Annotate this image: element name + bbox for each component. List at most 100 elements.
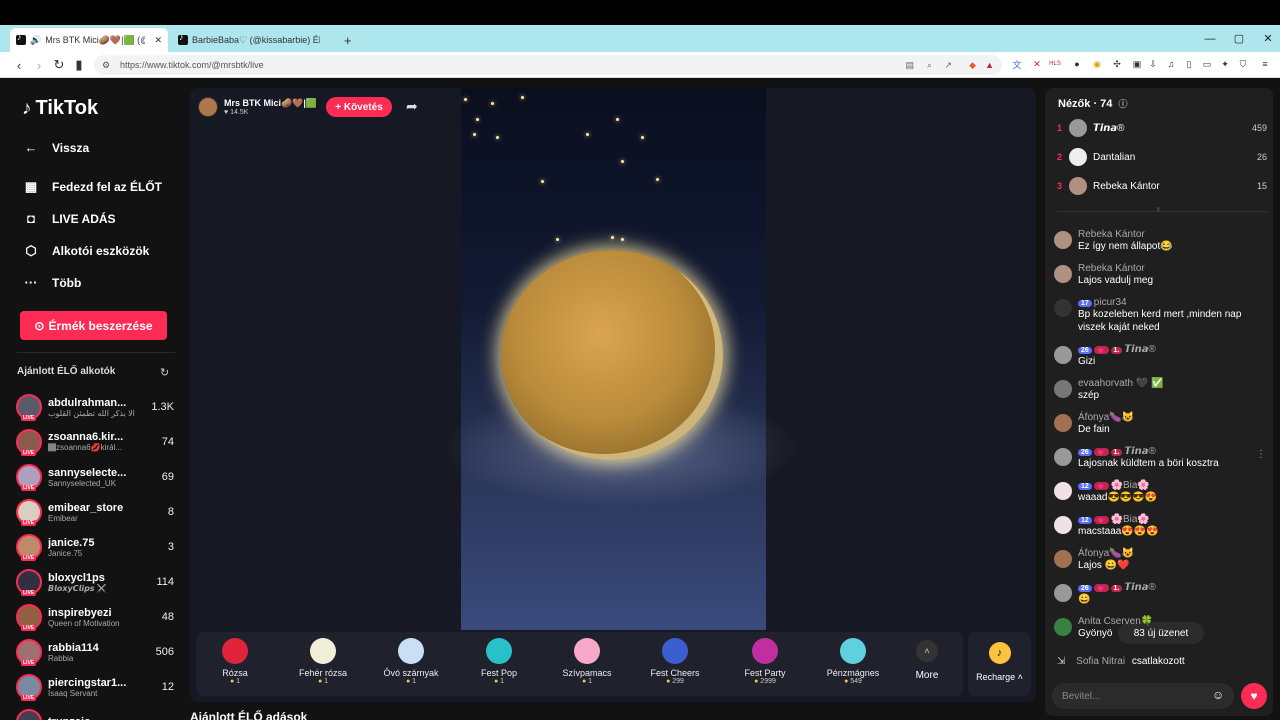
creator-item[interactable]: LIVE abdulrahman... الا بذكر الله تطمئن … xyxy=(16,390,174,424)
back-icon[interactable]: ‹ xyxy=(10,56,28,74)
chat-avatar[interactable] xyxy=(1054,265,1072,283)
creator-item[interactable]: LIVE rabbia114 Rabbia 506 xyxy=(16,635,174,669)
get-coins-button[interactable]: ⊙ Érmék beszerzése xyxy=(20,311,167,340)
leo-icon[interactable]: ✦ xyxy=(1218,57,1232,71)
live-video-panel[interactable] xyxy=(190,88,1036,702)
chat-username[interactable]: Rebeka Kántor xyxy=(1078,263,1145,274)
bookmark-icon[interactable]: ▮ xyxy=(70,56,88,74)
chat-avatar[interactable] xyxy=(1054,299,1072,317)
chat-message[interactable]: 26 💗 1. 𝙏𝙞𝙣𝙖® 😀 xyxy=(1054,582,1266,606)
nav-creator-tools[interactable]: ⬡ Alkotói eszközök xyxy=(22,243,149,259)
host-info[interactable]: Mrs BTK Mici🥔🤎|🟩 ♥ 14.5K xyxy=(198,95,317,119)
gift-item[interactable]: Fest Pop 1 xyxy=(464,632,534,696)
chat-username[interactable]: Áfonya🍆😺 xyxy=(1078,412,1134,423)
github-ext-icon[interactable]: ● xyxy=(1070,57,1084,71)
nav-more[interactable]: ··· Több xyxy=(22,275,82,290)
chat-avatar[interactable] xyxy=(1054,414,1072,432)
viewers-header[interactable]: Nézők · 74 ⓘ xyxy=(1058,97,1128,110)
reload-icon[interactable]: ↻ xyxy=(50,56,68,74)
reader-icon[interactable]: ▤ xyxy=(905,60,914,71)
collapse-chevron-icon[interactable]: ˅ xyxy=(1156,205,1161,214)
chat-username[interactable]: 𝙏𝙞𝙣𝙖® xyxy=(1124,446,1155,457)
gift-item[interactable]: Fehér rózsa 1 xyxy=(288,632,358,696)
hls-ext-icon[interactable]: HLS xyxy=(1048,57,1062,71)
gift-item[interactable]: Fest Cheers 299 xyxy=(640,632,710,696)
refresh-icon[interactable]: ↻ xyxy=(160,366,169,379)
chat-username[interactable]: Rebeka Kántor xyxy=(1078,229,1145,240)
chat-username[interactable]: 🌸Bia🌸 xyxy=(1111,514,1150,525)
screenshot-ext-icon[interactable]: ▣ xyxy=(1130,57,1144,71)
viewer-row[interactable]: 2 Dantalian 26 xyxy=(1057,146,1267,168)
creator-item[interactable]: LIVE trunzaio xyxy=(16,705,174,720)
forward-icon[interactable]: › xyxy=(30,56,48,74)
chat-message[interactable]: Áfonya🍆😺 Lajos 😀❤️ xyxy=(1054,548,1266,572)
close-window-icon[interactable]: ✕ xyxy=(1254,25,1280,52)
chat-message[interactable]: Rebeka Kántor Ez így nem állapot😂 xyxy=(1054,229,1266,253)
chat-message[interactable]: evaahorvath 🖤 ✅ szép xyxy=(1054,378,1266,402)
viewer-row[interactable]: 3 Rebeka Kántor 15 xyxy=(1057,175,1267,197)
vpn-icon[interactable]: ⛉ xyxy=(1236,57,1250,71)
chat-username[interactable]: Anita Cserven🍀 xyxy=(1078,616,1153,627)
chat-avatar[interactable] xyxy=(1054,516,1072,534)
sidebar-toggle-icon[interactable]: ▯ xyxy=(1182,57,1196,71)
recharge-button[interactable]: ♪ Recharge ˄ xyxy=(968,632,1031,696)
live-stream-video[interactable] xyxy=(441,88,801,630)
address-bar[interactable]: ⚙ https://www.tiktok.com/@mrsbtk/live ▤ … xyxy=(94,55,1002,75)
gift-item[interactable]: Szívpamacs 1 xyxy=(552,632,622,696)
creator-item[interactable]: LIVE zsoanna6.kir... 🏾zsoanna6💋királ... … xyxy=(16,425,174,459)
download-ext-icon[interactable]: ⇩ xyxy=(1146,57,1160,71)
nav-live-broadcast[interactable]: ◘ LIVE ADÁS xyxy=(22,211,116,226)
menu-icon[interactable]: ≡ xyxy=(1258,57,1272,71)
share-page-icon[interactable]: ↗ xyxy=(944,60,952,71)
browser-tab[interactable]: BarbieBaba♡ (@kissabarbie) ÉLŐ az xyxy=(172,28,334,52)
gift-item[interactable]: Pénzmágnes 549 xyxy=(818,632,888,696)
gift-item[interactable]: Fest Party 2999 xyxy=(730,632,800,696)
share-icon[interactable]: ➦ xyxy=(406,98,418,115)
like-heart-button[interactable]: ♥ xyxy=(1241,683,1267,709)
chat-username[interactable]: picur34 xyxy=(1094,297,1127,308)
tab-close-icon[interactable]: ✕ xyxy=(154,35,162,46)
chat-avatar[interactable] xyxy=(1054,448,1072,466)
chat-avatar[interactable] xyxy=(1054,550,1072,568)
chat-username[interactable]: Áfonya🍆😺 xyxy=(1078,548,1134,559)
browser-tab-active[interactable]: 🔊 Mrs BTK Mici🥔🤎|🟩 (@m ✕ xyxy=(10,28,168,52)
info-icon[interactable]: ⓘ xyxy=(1118,99,1127,109)
brave-shield-icon[interactable]: ◆ xyxy=(969,60,976,71)
chat-message[interactable]: 17 picur34 Bp kozeleben kerd mert ,minden… xyxy=(1054,297,1266,334)
translate-ext-icon[interactable]: 文 xyxy=(1010,57,1024,71)
chat-avatar[interactable] xyxy=(1054,618,1072,636)
nav-explore-live[interactable]: ▦ Fedezd fel az ÉLŐT xyxy=(22,179,162,195)
tiktok-logo[interactable]: ♪ TikTok xyxy=(22,97,98,120)
follow-button[interactable]: + Követés xyxy=(326,97,392,117)
music-ext-icon[interactable]: ♫ xyxy=(1164,57,1178,71)
creator-item[interactable]: LIVE bloxycl1ps 𝘽𝙡𝙤𝙭𝙮𝘾𝙡𝙞𝙥𝙨 ⚔️ 114 xyxy=(16,565,174,599)
emoji-icon[interactable]: ☺ xyxy=(1212,688,1224,702)
gift-item[interactable]: Rózsa 1 xyxy=(200,632,270,696)
gift-item[interactable]: Óvó szárnyak 1 xyxy=(376,632,446,696)
host-avatar[interactable] xyxy=(198,97,218,117)
color-ext-icon[interactable]: ◉ xyxy=(1090,57,1104,71)
new-tab-button[interactable]: + xyxy=(338,28,358,52)
chat-message[interactable]: Rebeka Kántor Lajos vadulj meg xyxy=(1054,263,1266,287)
creator-item[interactable]: LIVE inspirebyezi Queen of Motivation 48 xyxy=(16,600,174,634)
rewards-icon[interactable]: ▲ xyxy=(985,60,994,70)
chat-message[interactable]: Anita Cserven🍀 Gyönyö xyxy=(1054,616,1266,640)
back-link[interactable]: ← Vissza xyxy=(22,140,90,155)
chat-message[interactable]: 26 💗 1. 𝙏𝙞𝙣𝙖® Gizi xyxy=(1054,344,1266,368)
viewer-row[interactable]: 1 𝙏𝙞𝙣𝙖® 459 xyxy=(1057,117,1267,139)
creator-item[interactable]: LIVE sannyselecte... Sannyselected_UK 69 xyxy=(16,460,174,494)
creator-item[interactable]: LIVE emibear_store Emibear 8 xyxy=(16,495,174,529)
chat-avatar[interactable] xyxy=(1054,231,1072,249)
creator-item[interactable]: LIVE piercingstar1... Isaaq Servant 12 xyxy=(16,670,174,704)
chat-input[interactable]: Bevitel... xyxy=(1052,683,1234,709)
chat-username[interactable]: 𝙏𝙞𝙣𝙖® xyxy=(1124,344,1155,355)
chat-username[interactable]: evaahorvath 🖤 ✅ xyxy=(1078,378,1164,389)
chat-message[interactable]: Áfonya🍆😺 De fain xyxy=(1054,412,1266,436)
creator-item[interactable]: LIVE janice.75 Janice.75 3 xyxy=(16,530,174,564)
x-ext-icon[interactable]: ✕ xyxy=(1030,57,1044,71)
minimize-icon[interactable]: — xyxy=(1196,25,1224,52)
puzzle-ext-icon[interactable]: ✣ xyxy=(1110,57,1124,71)
maximize-icon[interactable]: ▢ xyxy=(1225,25,1253,52)
chat-avatar[interactable] xyxy=(1054,346,1072,364)
chat-avatar[interactable] xyxy=(1054,482,1072,500)
